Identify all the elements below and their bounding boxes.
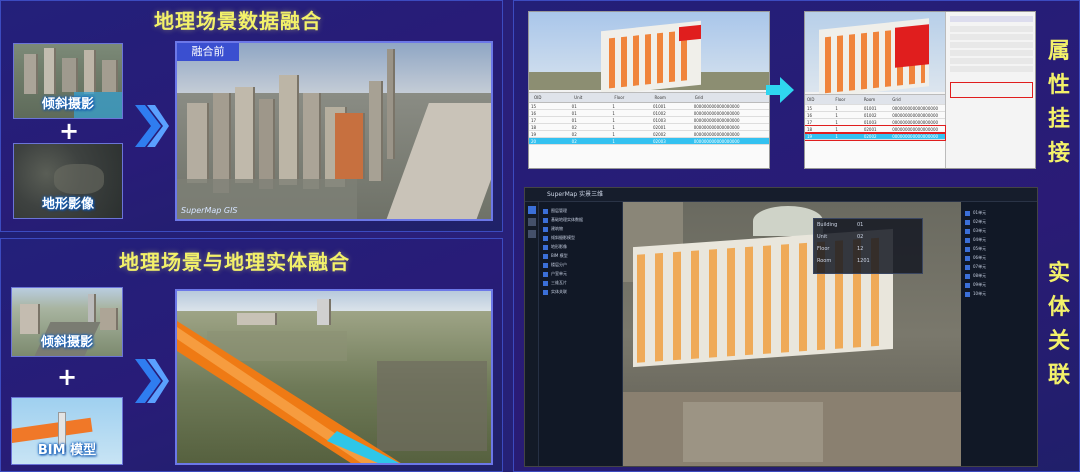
association-list: 01单元 02单元 03单元 04单元 05单元 06单元 07单元 08单元 … <box>961 202 1037 466</box>
chevron-right-icon <box>135 105 169 147</box>
watermark-logo: SuperMap GIS <box>181 206 238 215</box>
tree-item[interactable]: 地形影像 <box>543 242 618 251</box>
col-header: Unit <box>574 95 583 100</box>
plus-icon: + <box>59 117 80 145</box>
layers-icon[interactable] <box>528 206 536 214</box>
attribute-window-before[interactable]: OID Unit Floor Room Grid 15 01 1 01001 00000… <box>528 11 770 169</box>
3d-scene-view[interactable]: Building 01 Unit 02 Floor 12 Room 1201 <box>623 202 961 466</box>
panel-attribute-and-entity: OID Unit Floor Room Grid 15 01 1 01001 00000… <box>513 0 1080 472</box>
attribute-table: OID Floor Room Grid 15 1 01001 000000000000000… <box>805 94 946 168</box>
list-item[interactable]: 06单元 <box>965 253 1035 262</box>
terrain-image-thumbnail: 地形影像 <box>13 143 123 219</box>
table-row-selected[interactable]: 19 1 02002 000000000000000000 <box>805 132 946 141</box>
list-item[interactable]: 07单元 <box>965 262 1035 271</box>
list-item[interactable]: 08单元 <box>965 271 1035 280</box>
fusion-scene-view[interactable]: 融合前 SuperMap GIS <box>175 41 493 221</box>
layer-tree: 图层管理 基础地理实体数据 建筑物 倾斜摄影模型 地形影像 BIM 模型 楼层分… <box>539 202 623 466</box>
entity-fusion-scene-view[interactable] <box>175 289 493 465</box>
tree-item[interactable]: 建筑物 <box>543 224 618 233</box>
tree-item[interactable]: 实体关联 <box>543 287 618 296</box>
table-row[interactable]: 15 01 1 01001 000000000000000000 <box>529 103 769 110</box>
tree-item[interactable]: 楼层分户 <box>543 260 618 269</box>
property-panel <box>945 12 1035 168</box>
list-item[interactable]: 02单元 <box>965 217 1035 226</box>
table-row-selected[interactable]: 20 02 1 02003 000000000000000000 <box>529 138 769 145</box>
tree-item[interactable]: 户室单元 <box>543 269 618 278</box>
search-icon[interactable] <box>528 218 536 226</box>
col-header: Grid <box>694 95 704 100</box>
table-row[interactable]: 17 1 01003 000000000000000000 <box>805 119 945 126</box>
panel-scene-entity-fusion: 地理场景与地理实体融合 倾斜摄影 + BIM 模型 <box>0 238 503 472</box>
gear-icon[interactable] <box>528 230 536 238</box>
tree-item[interactable]: 基础地理实体数据 <box>543 215 618 224</box>
panel-title: 地理场景与地理实体融合 <box>119 250 350 274</box>
section-label-entity-association: 实 体 关 联 <box>1047 261 1070 388</box>
attribute-popup: Building 01 Unit 02 Floor 12 Room 1201 <box>813 218 923 274</box>
attribute-table: OID Unit Floor Room Grid 15 01 1 01001 00000… <box>529 92 769 168</box>
chevron-right-icon <box>135 359 169 403</box>
list-item[interactable]: 10单元 <box>965 289 1035 298</box>
table-row[interactable]: 19 02 1 02002 000000000000000000 <box>529 131 769 138</box>
section-label-attribute-mount: 属 性 挂 接 <box>1047 39 1070 166</box>
thumb-label: 倾斜摄影 <box>41 97 94 112</box>
table-row[interactable]: 16 1 01002 000000000000000000 <box>805 112 945 119</box>
tree-item[interactable]: BIM 模型 <box>543 251 618 260</box>
table-row[interactable]: 18 02 1 02001 000000000000000000 <box>529 124 769 131</box>
table-row[interactable]: 17 01 1 01003 000000000000000000 <box>529 117 769 124</box>
col-header: Floor <box>614 95 625 100</box>
bim-model-thumbnail: BIM 模型 <box>11 397 123 465</box>
plus-icon: + <box>57 363 78 391</box>
tree-item[interactable]: 三维瓦片 <box>543 278 618 287</box>
col-header: OID <box>534 95 542 100</box>
thumb-label: 地形影像 <box>41 197 94 212</box>
tree-item[interactable]: 倾斜摄影模型 <box>543 233 618 242</box>
tool-strip <box>525 202 539 466</box>
table-row[interactable]: 15 1 01001 000000000000000000 <box>805 105 945 112</box>
oblique-photo-thumbnail: 倾斜摄影 <box>11 287 123 357</box>
list-item[interactable]: 03单元 <box>965 226 1035 235</box>
list-item[interactable]: 04单元 <box>965 235 1035 244</box>
panel-scene-data-fusion: 地理场景数据融合 倾斜摄影 + 地形影像 融合前 SuperMap GIS <box>0 0 503 232</box>
list-item[interactable]: 01单元 <box>965 208 1035 217</box>
col-header: Room <box>654 95 666 100</box>
tree-item[interactable]: 图层管理 <box>543 206 618 215</box>
thumb-label: 倾斜摄影 <box>40 335 93 350</box>
table-row[interactable]: 18 1 02001 000000000000000000 <box>805 125 946 134</box>
list-item[interactable]: 09单元 <box>965 280 1035 289</box>
list-item[interactable]: 05单元 <box>965 244 1035 253</box>
table-header: OID Unit Floor Room Grid <box>529 93 769 103</box>
panel-title: 地理场景数据融合 <box>154 9 322 33</box>
entity-association-app[interactable]: SuperMap 实景三维 图层管理 基础地理实体数据 建筑物 倾斜摄影模型 地… <box>524 187 1038 467</box>
oblique-photo-thumbnail: 倾斜摄影 <box>13 43 123 119</box>
attribute-window-after[interactable]: OID Floor Room Grid 15 1 01001 000000000000000… <box>804 11 1036 169</box>
before-fusion-badge: 融合前 <box>177 43 239 61</box>
app-titlebar: SuperMap 实景三维 <box>525 188 1037 202</box>
arrow-right-icon <box>766 77 794 103</box>
thumb-label: BIM 模型 <box>37 443 97 458</box>
table-row[interactable]: 16 01 1 01002 000000000000000000 <box>529 110 769 117</box>
